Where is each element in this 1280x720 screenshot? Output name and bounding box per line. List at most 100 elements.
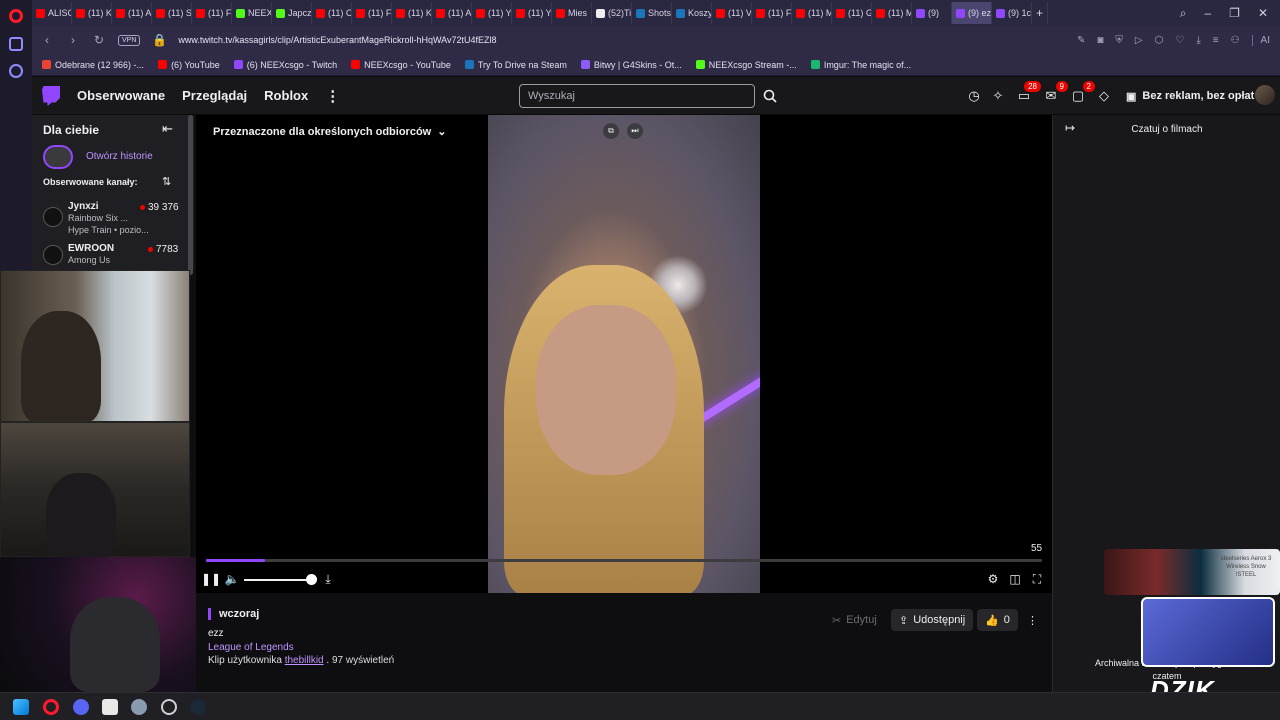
browser-tab[interactable]: (11) K bbox=[392, 2, 432, 24]
forward-icon[interactable]: › bbox=[66, 33, 80, 47]
fullscreen-icon[interactable]: ⛶ bbox=[1029, 571, 1045, 587]
opera-logo-icon[interactable] bbox=[9, 9, 23, 23]
browser-tab[interactable]: (9) 1c bbox=[992, 2, 1032, 24]
inbox-icon[interactable]: ▭ 28 bbox=[1015, 81, 1041, 105]
twitch-logo-icon[interactable] bbox=[42, 85, 60, 106]
search-icon[interactable] bbox=[759, 84, 781, 108]
ai-button[interactable]: AI bbox=[1251, 34, 1270, 46]
bits-icon[interactable]: ◇ bbox=[1095, 87, 1113, 105]
bookmark-item[interactable]: Odebrane (12 966) -... bbox=[42, 60, 144, 70]
play-icon[interactable]: ▷ bbox=[1135, 35, 1143, 46]
browser-tab[interactable]: (9) ezz bbox=[952, 2, 992, 24]
profile-icon[interactable]: ⚇ bbox=[1231, 35, 1240, 46]
camera-icon[interactable]: ◙ bbox=[1097, 35, 1103, 46]
browser-tab[interactable]: (11) M bbox=[792, 2, 832, 24]
like-button[interactable]: 👍 0 bbox=[977, 609, 1018, 631]
browser-tab[interactable]: ALISC bbox=[32, 2, 72, 24]
browser-tab[interactable]: (11) A bbox=[432, 2, 472, 24]
pip-icon[interactable]: ⧉ bbox=[603, 123, 619, 139]
whispers-icon[interactable]: ▢ 2 bbox=[1069, 81, 1095, 105]
audience-dropdown[interactable]: Przeznaczone dla określonych odbiorców ⌄ bbox=[213, 125, 446, 139]
sidebar-scrollbar[interactable] bbox=[188, 115, 193, 275]
browser-tab[interactable]: NEEX bbox=[232, 2, 272, 24]
ad-free-button[interactable]: ▣ Bez reklam, bez opłat bbox=[1126, 85, 1254, 107]
reload-icon[interactable]: ↻ bbox=[92, 33, 106, 47]
browser-tab[interactable]: (11) F bbox=[752, 2, 792, 24]
browser-tab[interactable]: Koszy bbox=[672, 2, 712, 24]
channel-avatar[interactable] bbox=[43, 207, 63, 227]
close-window-icon[interactable]: ✕ bbox=[1258, 6, 1268, 21]
volume-knob[interactable] bbox=[305, 574, 317, 585]
obs-taskbar-icon[interactable] bbox=[161, 699, 177, 715]
volume-icon[interactable]: 🔈 bbox=[224, 571, 240, 587]
user-avatar[interactable] bbox=[1255, 85, 1275, 105]
pause-icon[interactable]: ❚❚ bbox=[201, 571, 221, 587]
nav-browse[interactable]: Przeglądaj bbox=[182, 88, 247, 103]
video-player[interactable]: Przeznaczone dla określonych odbiorców ⌄… bbox=[196, 115, 1052, 593]
more-icon[interactable]: ⋮ bbox=[325, 87, 340, 105]
nav-following[interactable]: Obserwowane bbox=[77, 88, 165, 103]
heart-icon[interactable]: ♡ bbox=[1175, 35, 1184, 46]
bookmark-item[interactable]: Bitwy | G4Skins - Ot... bbox=[580, 60, 682, 70]
next-icon[interactable]: ⏭ bbox=[627, 123, 643, 139]
clip-author-link[interactable]: thebillkid bbox=[285, 655, 324, 666]
menu-icon[interactable]: ≡ bbox=[1213, 35, 1219, 46]
more-options-icon[interactable]: ⋮ bbox=[1019, 609, 1046, 631]
back-icon[interactable]: ‹ bbox=[40, 33, 54, 47]
shield-icon[interactable]: ⛨ bbox=[1115, 35, 1123, 46]
clip-video-frame[interactable] bbox=[488, 115, 760, 593]
browser-tab[interactable]: (11) F bbox=[192, 2, 232, 24]
maximize-icon[interactable]: ❐ bbox=[1229, 6, 1240, 21]
browser-tab[interactable]: (11) G bbox=[832, 2, 872, 24]
browser-tab[interactable]: Shots bbox=[632, 2, 672, 24]
notifications-icon[interactable]: ✉ 9 bbox=[1042, 81, 1068, 105]
clock-icon[interactable]: ◷ bbox=[965, 87, 983, 105]
cube-icon[interactable]: ⬡ bbox=[1155, 35, 1164, 46]
browser-tab[interactable]: (52)Ti bbox=[592, 2, 632, 24]
clip-game-link[interactable]: League of Legends bbox=[208, 642, 294, 653]
browser-tab[interactable]: Mies bbox=[552, 2, 592, 24]
browser-tab[interactable]: Japcz bbox=[272, 2, 312, 24]
bookmark-item[interactable]: (6) NEEXcsgo - Twitch bbox=[233, 60, 337, 70]
theatre-mode-icon[interactable]: ◫ bbox=[1007, 571, 1023, 587]
browser-tab[interactable]: (11) F bbox=[352, 2, 392, 24]
home-icon[interactable] bbox=[9, 37, 23, 51]
sort-icon[interactable]: ⇅ bbox=[162, 175, 171, 188]
channel-name[interactable]: EWROON bbox=[68, 243, 114, 254]
bookmark-item[interactable]: Try To Drive na Steam bbox=[464, 60, 567, 70]
app-taskbar-icon[interactable] bbox=[102, 699, 118, 715]
opera-taskbar-icon[interactable] bbox=[43, 699, 59, 715]
minimize-icon[interactable]: – bbox=[1204, 6, 1211, 21]
edit-button[interactable]: ✂ Edytuj bbox=[824, 609, 885, 631]
windows-start-icon[interactable] bbox=[13, 699, 29, 715]
url-field[interactable]: www.twitch.tv/kassagirls/clip/ArtisticEx… bbox=[178, 35, 496, 45]
browser-tab[interactable]: (11) S bbox=[152, 2, 192, 24]
star-icon[interactable] bbox=[9, 64, 23, 78]
settings-taskbar-icon[interactable] bbox=[131, 699, 147, 715]
share-button[interactable]: ⇪ Udostępnij bbox=[891, 609, 974, 631]
browser-tab[interactable]: (11) K bbox=[72, 2, 112, 24]
seek-bar[interactable] bbox=[206, 559, 1042, 562]
vpn-badge[interactable]: VPN bbox=[118, 34, 141, 46]
browser-tab[interactable]: (9) bbox=[912, 2, 952, 24]
bookmark-item[interactable]: NEEXcsgo Stream -... bbox=[695, 60, 797, 70]
browser-tab[interactable]: (11) Y bbox=[472, 2, 512, 24]
lock-icon[interactable]: 🔒 bbox=[152, 33, 167, 47]
bookmark-item[interactable]: (6) YouTube bbox=[158, 60, 220, 70]
channel-name[interactable]: Jynxzi bbox=[68, 201, 99, 212]
browser-tab[interactable]: (11) A bbox=[112, 2, 152, 24]
discord-taskbar-icon[interactable] bbox=[73, 699, 89, 715]
search-tabs-icon[interactable]: ⌕ bbox=[1180, 6, 1187, 21]
bookmark-item[interactable]: Imgur: The magic of... bbox=[810, 60, 911, 70]
download-icon[interactable]: ⤓ bbox=[1196, 35, 1200, 46]
nav-roblox[interactable]: Roblox bbox=[264, 88, 308, 103]
new-tab-button[interactable]: + bbox=[1032, 2, 1049, 24]
browser-tab[interactable]: (11) V bbox=[712, 2, 752, 24]
collapse-sidebar-icon[interactable]: ⇤ bbox=[162, 121, 173, 137]
volume-slider[interactable] bbox=[244, 579, 314, 581]
open-history-link[interactable]: Otwórz historie bbox=[86, 151, 153, 162]
settings-gear-icon[interactable]: ⚙ bbox=[985, 571, 1001, 587]
browser-tab[interactable]: (11) C bbox=[312, 2, 352, 24]
channel-avatar[interactable] bbox=[43, 245, 63, 265]
steam-taskbar-icon[interactable] bbox=[190, 699, 206, 715]
